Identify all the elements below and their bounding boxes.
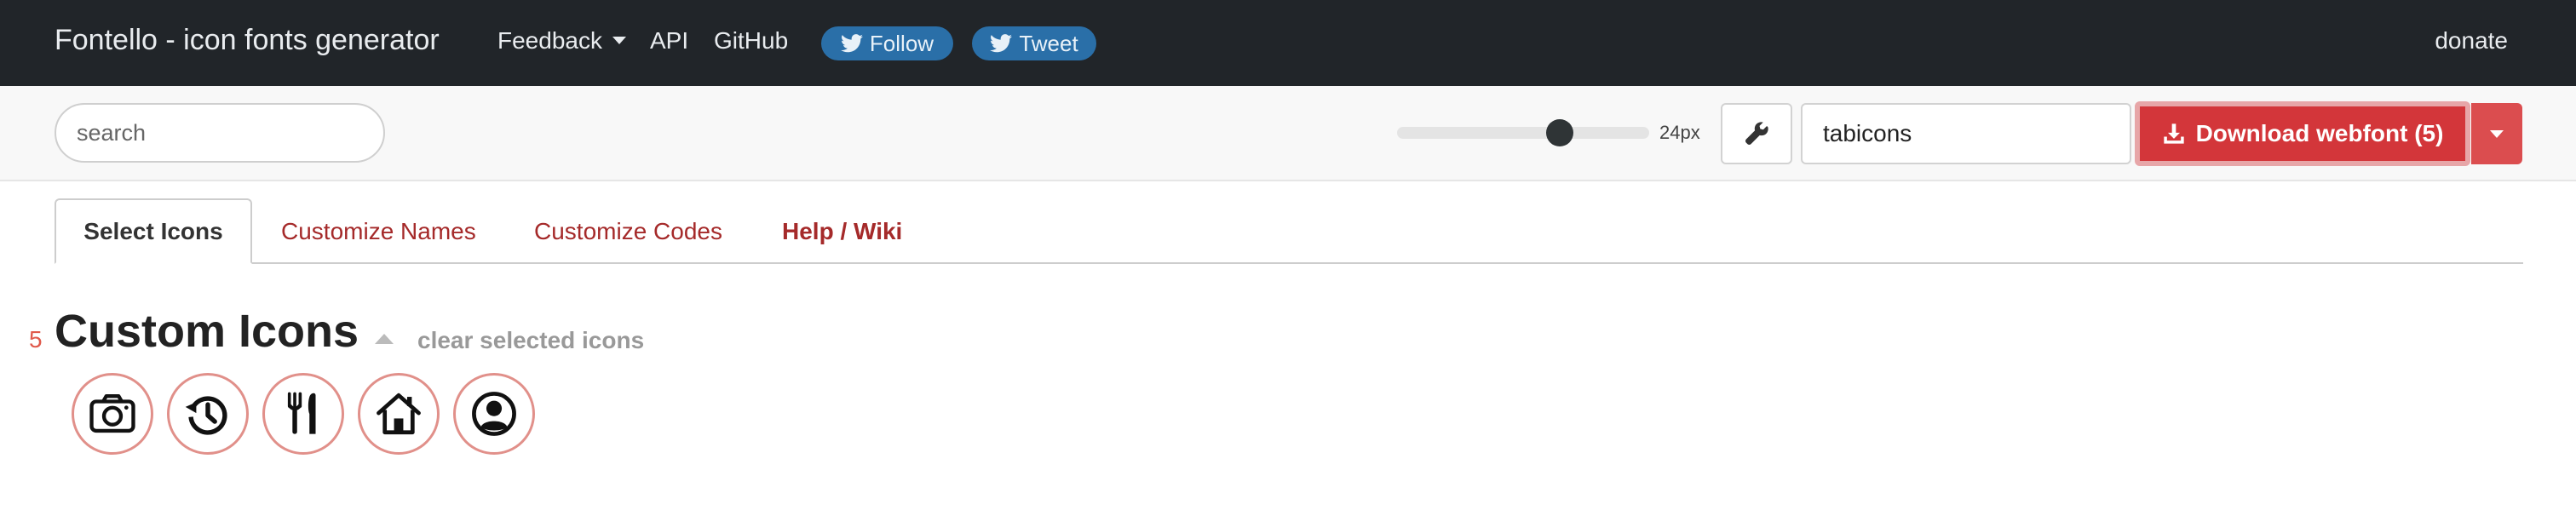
icon-tile-camera[interactable] (72, 373, 153, 455)
home-icon (377, 393, 421, 435)
download-webfont-label: Download webfont (5) (2195, 120, 2444, 146)
camera-icon (89, 393, 135, 433)
nav-feedback-label: Feedback (497, 27, 602, 54)
clear-selected-link[interactable]: clear selected icons (417, 327, 644, 354)
selected-count-badge: 5 (29, 326, 43, 353)
nav-api[interactable]: API (650, 27, 688, 54)
icon-size-slider-handle[interactable] (1546, 119, 1573, 146)
twitter-bird-icon (990, 34, 1013, 53)
chevron-down-icon (2490, 129, 2504, 138)
download-icon (2163, 123, 2184, 144)
font-name-input[interactable] (1801, 103, 2131, 164)
icon-size-label: 24px (1659, 122, 1700, 143)
nav-feedback[interactable]: Feedback (497, 27, 626, 54)
icon-tile-fork-knife[interactable] (262, 373, 344, 455)
icon-tile-home[interactable] (358, 373, 440, 455)
tab-select-icons[interactable]: Select Icons (55, 198, 252, 264)
settings-button[interactable] (1721, 103, 1792, 164)
toolbar: 24px Download webfont (5) (0, 86, 2576, 181)
icon-tile-history[interactable] (167, 373, 249, 455)
chevron-down-icon (612, 37, 626, 45)
user-circle-icon (472, 392, 516, 436)
icon-size-slider-track[interactable] (1397, 127, 1649, 139)
wrench-icon (1745, 122, 1768, 145)
nav-github[interactable]: GitHub (714, 27, 788, 54)
twitter-bird-icon (840, 34, 863, 53)
icon-tile-user-circle[interactable] (453, 373, 535, 455)
top-navbar: Fontello - icon fonts generator Feedback… (0, 0, 2576, 86)
donate-link[interactable]: donate (2435, 27, 2508, 54)
history-icon (185, 396, 227, 435)
download-options-dropdown[interactable] (2471, 103, 2522, 164)
section-title: Custom Icons (55, 306, 359, 357)
twitter-tweet-button[interactable]: Tweet (972, 26, 1096, 60)
collapse-caret-icon[interactable] (375, 334, 394, 344)
brand-title[interactable]: Fontello - icon fonts generator (55, 24, 440, 57)
fork-knife-icon (287, 392, 316, 434)
follow-label: Follow (869, 30, 934, 56)
twitter-follow-button[interactable]: Follow (821, 26, 953, 60)
tab-customize-names[interactable]: Customize Names (281, 198, 476, 264)
tab-customize-codes[interactable]: Customize Codes (534, 198, 722, 264)
download-webfont-button[interactable]: Download webfont (5) (2135, 101, 2470, 166)
tab-help-wiki[interactable]: Help / Wiki (782, 198, 902, 264)
tweet-label: Tweet (1019, 30, 1078, 56)
search-input[interactable] (55, 103, 385, 163)
